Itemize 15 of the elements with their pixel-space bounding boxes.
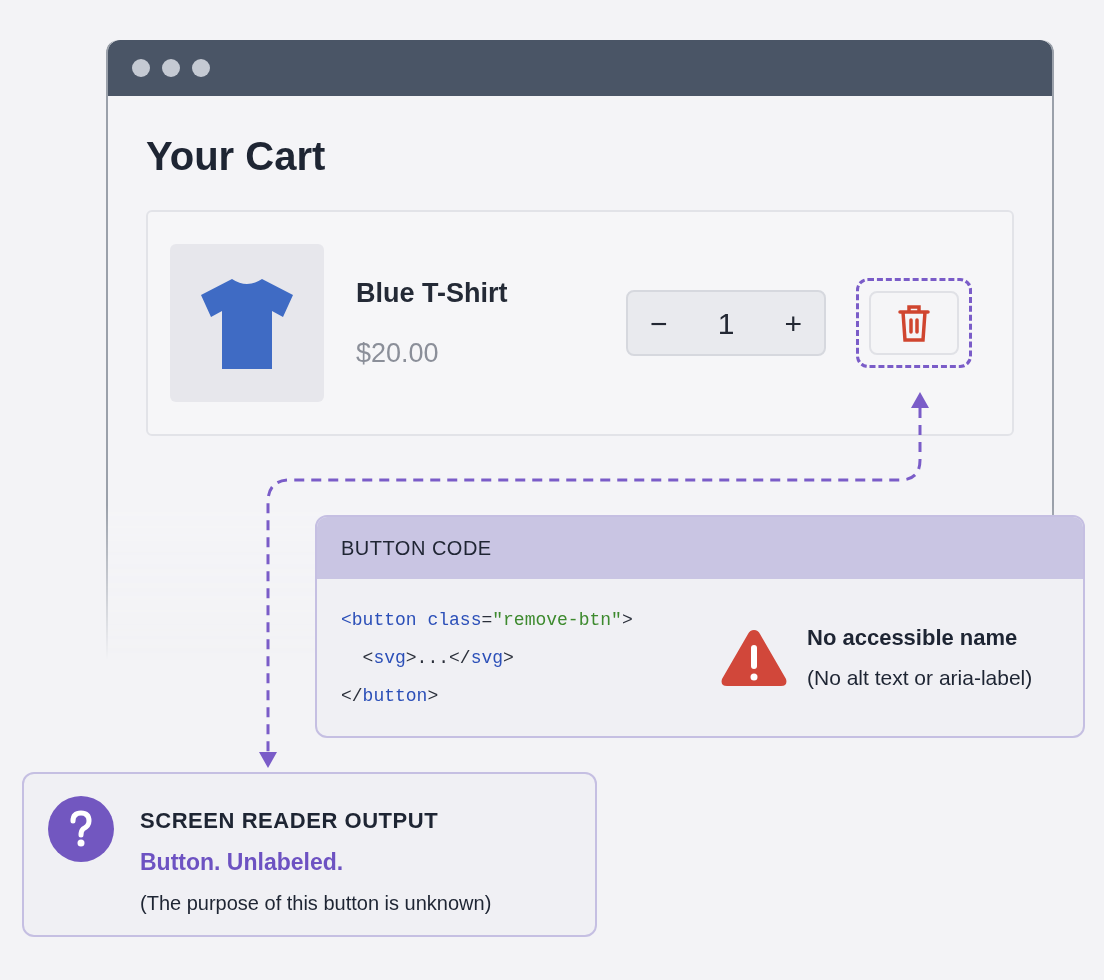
reader-title: SCREEN READER OUTPUT <box>140 807 440 835</box>
warning-title: No accessible name <box>807 624 1019 653</box>
remove-button[interactable] <box>869 291 959 355</box>
warning-detail: (No alt text or aria-label) <box>807 665 1033 692</box>
reader-output: Button. Unlabeled. <box>140 848 345 877</box>
page-title: Your Cart <box>146 136 327 176</box>
code-snippet: <button class="remove-btn"> <svg>...</svg> </button> <box>341 608 634 708</box>
increment-button[interactable]: + <box>780 300 806 346</box>
product-price: $20.00 <box>356 337 440 370</box>
trash-icon <box>897 303 931 343</box>
product-name: Blue T-Shirt <box>356 276 509 310</box>
panel-title: BUTTON CODE <box>341 536 492 561</box>
quantity-value: 1 <box>717 305 735 342</box>
decrement-button[interactable]: − <box>646 300 672 346</box>
reader-note: (The purpose of this button is unknown) <box>140 890 492 916</box>
